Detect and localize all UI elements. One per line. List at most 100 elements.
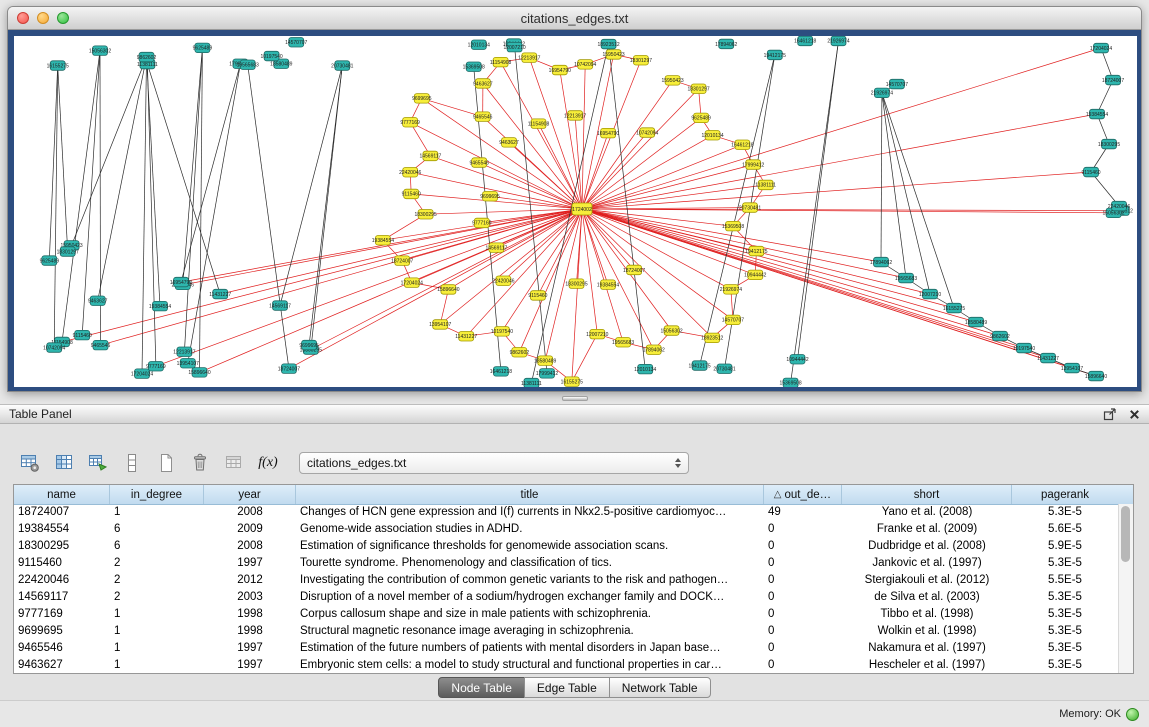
close-button[interactable] bbox=[17, 12, 29, 24]
column-header-short[interactable]: short bbox=[842, 485, 1012, 504]
network-node[interactable]: 18724007 bbox=[623, 265, 645, 275]
network-node[interactable]: 14570707 bbox=[722, 315, 744, 325]
network-graph-canvas[interactable]: 18724007 19384554 18300295 9115460 22420046 1… bbox=[14, 36, 1137, 387]
network-node[interactable]: 9115460 bbox=[528, 291, 547, 301]
network-node[interactable]: 9777169 bbox=[472, 218, 492, 228]
scrollbar-thumb[interactable] bbox=[1121, 506, 1130, 562]
network-node[interactable]: 9699695 bbox=[299, 340, 319, 350]
network-window-titlebar[interactable]: citations_edges.txt bbox=[8, 7, 1141, 30]
network-node[interactable]: 10944442 bbox=[744, 270, 766, 280]
network-node[interactable]: 18923512 bbox=[597, 39, 619, 49]
network-node[interactable]: 15896640 bbox=[437, 285, 459, 295]
table-row[interactable]: 946554611997Estimation of the future num… bbox=[14, 640, 1118, 657]
table-export-icon[interactable] bbox=[83, 449, 113, 477]
table-scrollbar[interactable] bbox=[1118, 504, 1133, 673]
zoom-button[interactable] bbox=[57, 12, 69, 24]
network-node[interactable]: 11154908 bbox=[490, 57, 512, 67]
network-node[interactable]: 15056302 bbox=[660, 326, 682, 336]
column-header-out-degree[interactable]: △ out_de… bbox=[764, 485, 842, 504]
network-node[interactable]: 19412175 bbox=[764, 50, 786, 60]
network-node[interactable]: 12010134 bbox=[468, 40, 490, 50]
table-row[interactable]: 911546021997Tourette syndrome. Phenomeno… bbox=[14, 555, 1118, 572]
network-node[interactable]: 19565683 bbox=[237, 60, 259, 70]
splitter-grip-icon[interactable] bbox=[562, 396, 588, 401]
network-node[interactable]: 13954107 bbox=[429, 320, 451, 330]
tab-node-table[interactable]: Node Table bbox=[438, 677, 525, 698]
table-selector-dropdown[interactable]: citations_edges.txt bbox=[299, 452, 689, 474]
network-node[interactable]: 19384554 bbox=[597, 280, 619, 290]
network-node[interactable]: 18301297 bbox=[687, 84, 709, 94]
table-row[interactable]: 1872400712008Changes of HCN gene express… bbox=[14, 504, 1118, 521]
network-node[interactable]: 10742094 bbox=[574, 60, 596, 70]
delete-rows-icon[interactable] bbox=[185, 449, 215, 477]
network-node[interactable]: 15369508 bbox=[722, 221, 744, 231]
network-node[interactable]: 11431227 bbox=[455, 332, 477, 342]
network-node[interactable]: 9862602 bbox=[990, 331, 1010, 341]
network-node[interactable]: 9862602 bbox=[137, 52, 157, 62]
network-node[interactable]: 9465546 bbox=[473, 112, 493, 122]
network-node[interactable]: 13954107 bbox=[177, 359, 199, 369]
network-node[interactable]: 19565683 bbox=[612, 338, 634, 348]
network-node[interactable]: 11431227 bbox=[1037, 353, 1059, 363]
memory-status-icon[interactable] bbox=[1126, 708, 1139, 721]
table-options-icon[interactable] bbox=[15, 449, 45, 477]
network-node[interactable]: 15896640 bbox=[1085, 371, 1107, 381]
column-visibility-icon[interactable] bbox=[49, 449, 79, 477]
network-node[interactable]: 17894062 bbox=[643, 345, 665, 355]
network-node[interactable]: 10197540 bbox=[1013, 343, 1035, 353]
table-row[interactable]: 946362711997Embryonic stem cells: a mode… bbox=[14, 657, 1118, 673]
network-node[interactable]: 18300295 bbox=[414, 210, 436, 220]
network-node[interactable]: 19384554 bbox=[372, 236, 394, 246]
network-node[interactable]: 12213917 bbox=[564, 111, 586, 121]
network-node[interactable]: 9699695 bbox=[480, 192, 500, 202]
network-node[interactable]: 10742094 bbox=[636, 128, 658, 138]
table-row[interactable]: 1938455462009Genome-wide association stu… bbox=[14, 521, 1118, 538]
column-header-year[interactable]: year bbox=[204, 485, 296, 504]
network-node[interactable]: 21926974 bbox=[720, 285, 742, 295]
network-node[interactable]: 9115460 bbox=[1081, 167, 1100, 177]
network-node[interactable]: 16461218 bbox=[490, 367, 512, 377]
network-node[interactable]: 11431227 bbox=[209, 289, 231, 299]
network-node[interactable]: 18580489 bbox=[534, 356, 556, 366]
network-node[interactable]: 19412175 bbox=[688, 361, 710, 371]
network-node[interactable]: 9699695 bbox=[412, 94, 432, 104]
network-node[interactable]: 9777169 bbox=[146, 362, 166, 372]
network-node[interactable]: 20730481 bbox=[713, 364, 735, 374]
network-node[interactable]: 20730481 bbox=[331, 61, 353, 71]
network-node[interactable]: 18300295 bbox=[1098, 139, 1120, 149]
network-node[interactable]: 19565683 bbox=[895, 273, 917, 283]
network-node[interactable]: 15369508 bbox=[463, 62, 485, 72]
network-node[interactable]: 12007210 bbox=[586, 329, 608, 339]
network-node[interactable]: 9862602 bbox=[510, 348, 530, 358]
network-node[interactable]: 17999412 bbox=[742, 160, 764, 170]
network-node[interactable]: 12213917 bbox=[173, 347, 195, 357]
network-node[interactable]: 14570707 bbox=[886, 79, 908, 89]
network-node[interactable]: 10197540 bbox=[260, 51, 282, 61]
network-node[interactable]: 10197540 bbox=[491, 327, 513, 337]
column-header-name[interactable]: name bbox=[14, 485, 110, 504]
network-node[interactable]: 9463627 bbox=[88, 296, 108, 306]
network-node[interactable]: 12213917 bbox=[518, 53, 540, 63]
network-node[interactable]: 17999412 bbox=[536, 369, 558, 379]
network-node[interactable]: 16954790 bbox=[597, 128, 619, 138]
network-node[interactable]: 12010134 bbox=[701, 131, 723, 141]
tab-network-table[interactable]: Network Table bbox=[609, 677, 711, 698]
network-node[interactable]: 9465546 bbox=[91, 340, 111, 350]
panel-splitter[interactable] bbox=[0, 393, 1149, 404]
network-node[interactable]: 16954790 bbox=[549, 65, 571, 75]
network-node[interactable]: 15950423 bbox=[602, 50, 624, 60]
row-tools-icon[interactable] bbox=[117, 449, 147, 477]
network-node[interactable]: 18301297 bbox=[630, 56, 652, 66]
network-node[interactable]: 11154908 bbox=[528, 119, 550, 128]
float-panel-icon[interactable] bbox=[1103, 408, 1117, 421]
table-row[interactable]: 1456911722003Disruption of a novel membe… bbox=[14, 589, 1118, 606]
network-node[interactable]: 17204024 bbox=[1090, 43, 1112, 53]
network-node[interactable]: 9463627 bbox=[473, 79, 493, 89]
network-node[interactable]: 14569117 bbox=[269, 301, 291, 311]
table-row[interactable]: 2242004622012Investigating the contribut… bbox=[14, 572, 1118, 589]
table-row[interactable]: 977716911998Corpus callosum shape and si… bbox=[14, 606, 1118, 623]
network-node[interactable]: 18580489 bbox=[965, 317, 987, 327]
network-node[interactable]: 22420046 bbox=[1108, 201, 1130, 211]
network-node[interactable]: 16155275 bbox=[561, 377, 583, 387]
network-node[interactable]: 9463627 bbox=[499, 138, 519, 148]
